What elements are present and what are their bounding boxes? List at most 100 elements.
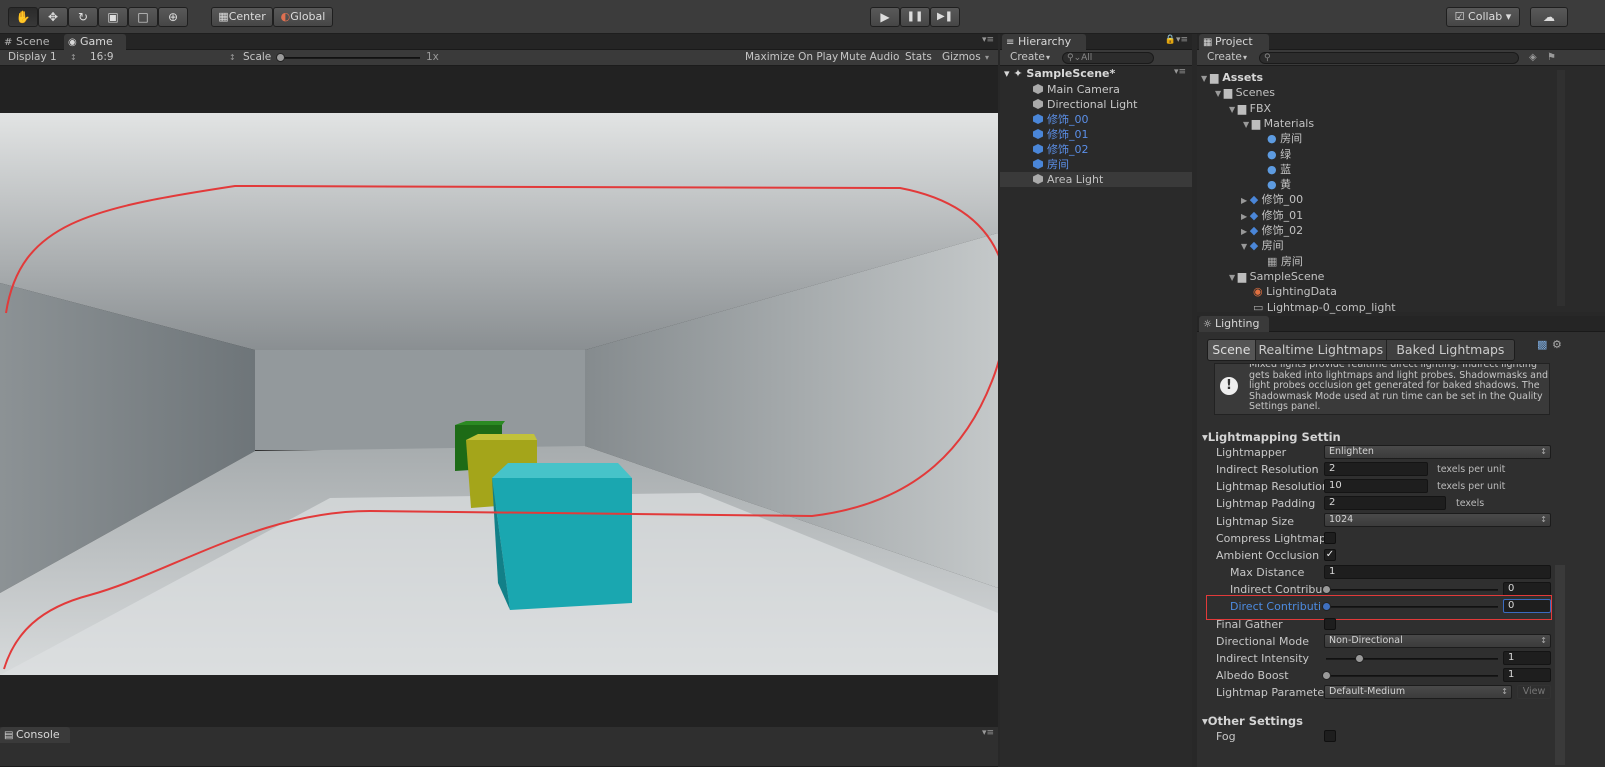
scene-root[interactable]: ▾ ✦ SampleScene* (1004, 66, 1115, 81)
lighting-scrollbar[interactable] (1555, 565, 1565, 765)
project-scrollbar[interactable] (1557, 70, 1565, 306)
indirect-contribution-knob[interactable] (1322, 585, 1331, 594)
lightmap-size-dropdown[interactable]: 1024 (1324, 513, 1551, 527)
project-mesh-item[interactable]: ▦ 房间 (1267, 254, 1303, 269)
project-material-item[interactable]: ● 蓝 (1267, 162, 1291, 177)
project-model-item[interactable]: ▶ ◆ 修饰_00 (1241, 192, 1303, 207)
max-distance-field[interactable]: 1 (1324, 565, 1551, 579)
hierarchy-item-decor-02[interactable]: 修饰_02 (1033, 142, 1089, 157)
tab-game[interactable]: ◉ Game (64, 34, 126, 50)
collapse-arrow-icon[interactable]: ▼ (1201, 74, 1210, 83)
rotate-tool-icon[interactable]: ↻ (68, 7, 98, 27)
indirect-resolution-field[interactable]: 2 (1324, 462, 1428, 476)
project-model-item[interactable]: ▶ ◆ 修饰_02 (1241, 223, 1303, 238)
project-model-item[interactable]: ▼ ◆ 房间 (1241, 238, 1284, 253)
indirect-intensity-knob[interactable] (1355, 654, 1364, 663)
display-dropdown[interactable]: Display 1 (8, 50, 57, 65)
hierarchy-item-room[interactable]: 房间 (1033, 157, 1069, 172)
scale-slider-knob[interactable] (276, 53, 285, 62)
hierarchy-item-area-light[interactable]: Area Light (1033, 172, 1103, 187)
expand-arrow-icon[interactable]: ▶ (1241, 196, 1250, 205)
rect-tool-icon[interactable]: □ (128, 7, 158, 27)
tab-lighting-scene[interactable]: Scene (1208, 340, 1255, 360)
indirect-contribution-field[interactable]: 0 (1503, 582, 1551, 596)
maximize-on-play-toggle[interactable]: Maximize On Play (745, 50, 838, 65)
compress-lightmaps-checkbox[interactable] (1324, 532, 1336, 544)
hierarchy-search-input[interactable]: ⚲⌄All (1062, 52, 1154, 64)
hand-tool-icon[interactable]: ✋ (8, 7, 38, 27)
project-folder-materials[interactable]: ▼ ▆ Materials (1243, 116, 1314, 131)
collapse-arrow-icon[interactable]: ▼ (1241, 242, 1250, 251)
scale-tool-icon[interactable]: ▣ (98, 7, 128, 27)
gear-icon[interactable]: ⚙ (1552, 338, 1562, 351)
move-tool-icon[interactable]: ✥ (38, 7, 68, 27)
tab-baked-lightmaps[interactable]: Baked Lightmaps (1385, 340, 1514, 360)
tab-realtime-lightmaps[interactable]: Realtime Lightmaps (1254, 340, 1386, 360)
hierarchy-create-dropdown[interactable]: Create (1010, 50, 1045, 65)
project-material-item[interactable]: ● 绿 (1267, 147, 1291, 162)
albedo-boost-slider[interactable] (1326, 675, 1498, 677)
project-folder-scenes[interactable]: ▼ ▆ Scenes (1215, 85, 1275, 100)
help-book-icon[interactable]: ▩ (1537, 338, 1547, 351)
project-search-input[interactable]: ⚲ (1259, 52, 1519, 64)
other-settings-foldout[interactable]: ▾Other Settings (1202, 714, 1303, 728)
lightmap-parameters-dropdown[interactable]: Default-Medium (1324, 685, 1512, 699)
scene-menu-icon[interactable]: ▾≡ (1174, 67, 1186, 77)
project-folder-samplescene[interactable]: ▼ ▆ SampleScene (1229, 269, 1324, 284)
tab-console[interactable]: ▤ Console (0, 727, 70, 743)
lightmap-padding-field[interactable]: 2 (1324, 496, 1446, 510)
scale-slider[interactable] (280, 57, 420, 59)
project-material-item[interactable]: ● 房间 (1267, 131, 1302, 146)
cyan-cube[interactable] (492, 463, 632, 610)
panel-menu-icon[interactable]: ▾≡ (982, 35, 994, 45)
filter-by-label-icon[interactable]: ⚑ (1547, 50, 1556, 65)
project-material-item[interactable]: ● 黄 (1267, 177, 1291, 192)
indirect-intensity-slider[interactable] (1326, 658, 1498, 660)
hierarchy-item-main-camera[interactable]: Main Camera (1033, 82, 1120, 97)
step-button[interactable]: ▶❚ (930, 7, 960, 27)
project-lightmap-item[interactable]: ▭ Lightmap-0_comp_light (1253, 300, 1396, 315)
game-viewport[interactable] (0, 113, 998, 675)
project-folder-assets[interactable]: ▼ ▆ Assets (1201, 70, 1263, 85)
hierarchy-lock-icon[interactable]: 🔒▾≡ (1165, 35, 1188, 45)
lightmap-resolution-field[interactable]: 10 (1324, 479, 1428, 493)
pause-button[interactable]: ❚❚ (900, 7, 930, 27)
collapse-arrow-icon[interactable]: ▼ (1229, 273, 1238, 282)
collab-button[interactable]: ☑ Collab ▾ (1446, 7, 1520, 27)
hierarchy-item-decor-01[interactable]: 修饰_01 (1033, 127, 1089, 142)
indirect-contribution-slider[interactable] (1326, 589, 1498, 591)
gizmos-dropdown[interactable]: Gizmos (942, 50, 981, 65)
project-create-dropdown[interactable]: Create (1207, 50, 1242, 65)
tab-hierarchy[interactable]: ≡ Hierarchy (1002, 34, 1086, 50)
tab-scene[interactable]: # Scene (0, 34, 62, 50)
transform-tool-icon[interactable]: ⊕ (158, 7, 188, 27)
collapse-arrow-icon[interactable]: ▼ (1243, 120, 1252, 129)
mute-audio-toggle[interactable]: Mute Audio (840, 50, 899, 65)
final-gather-checkbox[interactable] (1324, 618, 1336, 630)
directional-mode-dropdown[interactable]: Non-Directional (1324, 634, 1551, 648)
aspect-dropdown[interactable]: 16:9 (90, 50, 114, 65)
project-folder-fbx[interactable]: ▼ ▆ FBX (1229, 101, 1271, 116)
albedo-boost-field[interactable]: 1 (1503, 668, 1551, 682)
space-global-button[interactable]: ◐Global (273, 7, 333, 27)
console-menu-icon[interactable]: ▾≡ (982, 728, 994, 738)
albedo-boost-knob[interactable] (1322, 671, 1331, 680)
expand-arrow-icon[interactable]: ▶ (1241, 227, 1250, 236)
cloud-button[interactable]: ☁ (1530, 7, 1568, 27)
tab-lighting[interactable]: ☼ Lighting (1199, 316, 1269, 332)
fog-checkbox[interactable] (1324, 730, 1336, 742)
play-button[interactable]: ▶ (870, 7, 900, 27)
pivot-center-button[interactable]: ▦Center (211, 7, 273, 27)
hierarchy-item-decor-00[interactable]: 修饰_00 (1033, 112, 1089, 127)
project-model-item[interactable]: ▶ ◆ 修饰_01 (1241, 208, 1303, 223)
tab-project[interactable]: ▦ Project (1199, 34, 1269, 50)
lightmapping-settings-foldout[interactable]: ▾Lightmapping Settin (1202, 430, 1341, 444)
indirect-intensity-field[interactable]: 1 (1503, 651, 1551, 665)
filter-by-type-icon[interactable]: ◈ (1529, 50, 1537, 65)
project-lighting-data-item[interactable]: ◉ LightingData (1253, 284, 1337, 299)
collapse-arrow-icon[interactable]: ▼ (1229, 105, 1238, 114)
ambient-occlusion-checkbox[interactable]: ✓ (1324, 549, 1336, 561)
lightmapper-dropdown[interactable]: Enlighten (1324, 445, 1551, 459)
view-parameters-button[interactable]: View (1517, 685, 1551, 699)
collapse-arrow-icon[interactable]: ▼ (1215, 89, 1224, 98)
